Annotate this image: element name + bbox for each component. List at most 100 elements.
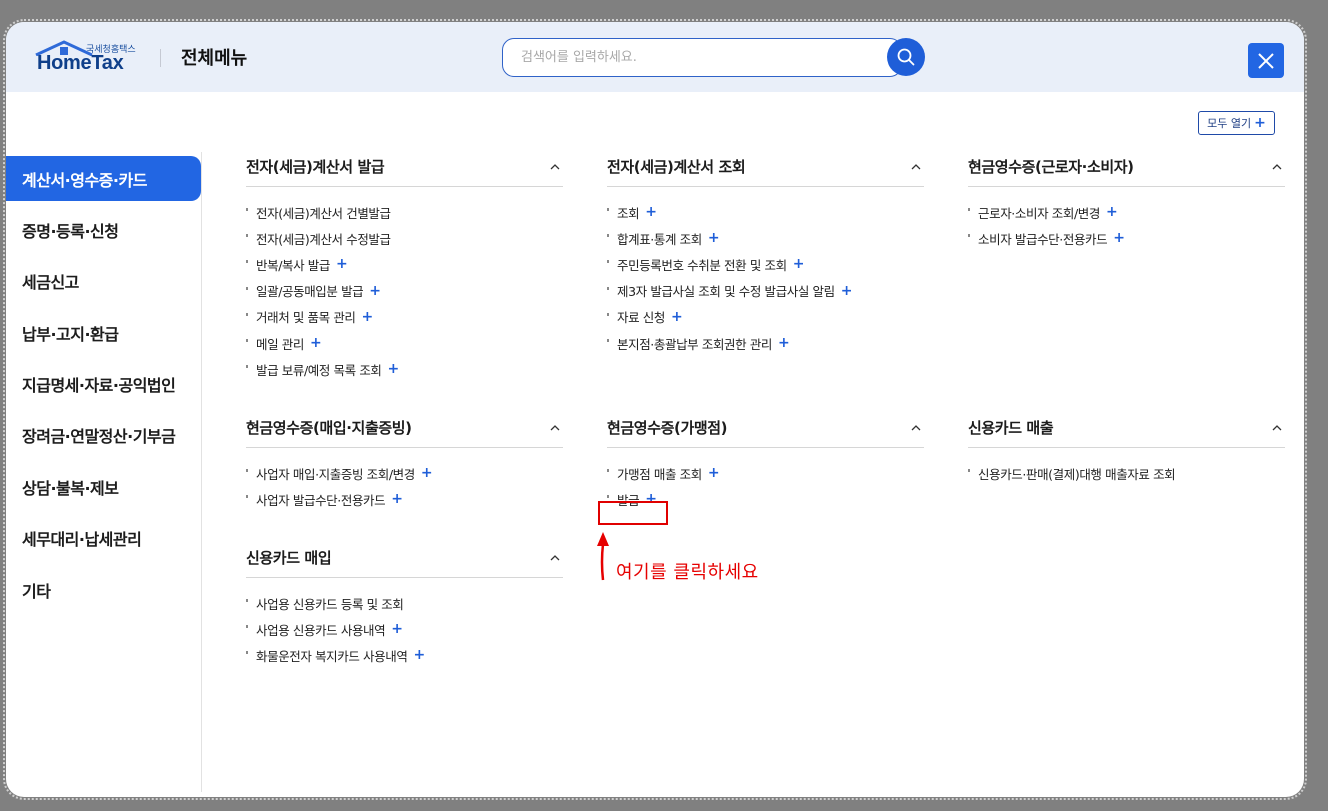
plus-icon[interactable]: + <box>421 465 433 481</box>
menu-item[interactable]: 반복/복사 발급 + <box>246 251 563 277</box>
plus-icon[interactable]: + <box>369 283 381 299</box>
section-cash-receipt-purchase: 현금영수증(매입·지출증빙) 사업자 매입·지출증빙 조회/변경 + 사업자 발급… <box>246 408 563 512</box>
menu-item[interactable]: 거래처 및 품목 관리 + <box>246 304 563 330</box>
section-title: 현금영수증(매입·지출증빙) <box>246 419 412 437</box>
section-title: 현금영수증(가맹점) <box>607 419 728 437</box>
logo-wordmark: HomeTax <box>37 52 124 74</box>
menu-item-label: 사업자 매입·지출증빙 조회/변경 <box>256 466 415 482</box>
plus-icon[interactable]: + <box>336 256 348 272</box>
sidebar-item-payment-statements[interactable]: 지급명세·자료·공익법인 <box>6 362 202 407</box>
menu-item-label: 가맹점 매출 조회 <box>617 466 702 482</box>
menu-item[interactable]: 제3자 발급사실 조회 및 수정 발급사실 알림 + <box>607 278 924 304</box>
menu-item[interactable]: 사업자 발급수단·전용카드 + <box>246 486 563 512</box>
sidebar-item-incentives-yearend[interactable]: 장려금·연말정산·기부금 <box>6 413 202 458</box>
menu-item[interactable]: 발급 보류/예정 목록 조회 + <box>246 356 563 382</box>
arrow-up-icon <box>597 532 609 581</box>
plus-icon[interactable]: + <box>841 283 853 299</box>
plus-icon[interactable]: + <box>793 256 805 272</box>
menu-item[interactable]: 본지점·총괄납부 조회권한 관리 + <box>607 330 924 356</box>
plus-icon[interactable]: + <box>708 465 720 481</box>
menu-item-label: 발급 보류/예정 목록 조회 <box>256 362 382 378</box>
expand-all-button[interactable]: 모두 열기 + <box>1198 111 1275 135</box>
menu-item-label: 전자(세금)계산서 건별발급 <box>256 205 391 221</box>
menu-item[interactable]: 일괄/공동매입분 발급 + <box>246 278 563 304</box>
menu-item-label: 제3자 발급사실 조회 및 수정 발급사실 알림 <box>617 284 835 300</box>
chevron-up-icon <box>1272 424 1282 430</box>
menu-item[interactable]: 가맹점 매출 조회 + <box>607 460 924 486</box>
hometax-logo[interactable]: 국세청홈택스 HomeTax <box>34 40 142 76</box>
section-e-invoice-issue: 전자(세금)계산서 발급 전자(세금)계산서 건별발급 전자(세금)계산서 수정… <box>246 147 563 382</box>
plus-icon[interactable]: + <box>391 491 403 507</box>
expand-all-label: 모두 열기 <box>1207 117 1252 130</box>
search-box <box>502 38 902 77</box>
menu-item-label: 합계표·통계 조회 <box>617 231 702 247</box>
menu-item-label: 소비자 발급수단·전용카드 <box>978 231 1108 247</box>
plus-icon[interactable]: + <box>645 204 657 220</box>
menu-item[interactable]: 사업용 신용카드 등록 및 조회 <box>246 590 563 616</box>
sidebar-item-receipts-cards[interactable]: 계산서·영수증·카드 <box>6 156 201 201</box>
search-button[interactable] <box>887 38 925 76</box>
section-title: 신용카드 매출 <box>968 419 1054 437</box>
menu-item[interactable]: 신용카드·판매(결제)대행 매출자료 조회 <box>968 460 1285 486</box>
sidebar: 계산서·영수증·카드 증명·등록·신청 세금신고 납부·고지·환급 지급명세·자… <box>6 156 202 619</box>
menu-item-label: 사업용 신용카드 사용내역 <box>256 622 386 638</box>
menu-item-label: 주민등록번호 수취분 전환 및 조회 <box>617 257 787 273</box>
chevron-up-icon <box>550 554 560 560</box>
chevron-up-icon <box>550 163 560 169</box>
menu-item[interactable]: 근로자·소비자 조회/변경 + <box>968 199 1285 225</box>
sidebar-item-consult-appeal[interactable]: 상담·불복·제보 <box>6 464 202 509</box>
menu-item-label: 본지점·총괄납부 조회권한 관리 <box>617 336 773 352</box>
menu-item[interactable]: 소비자 발급수단·전용카드 + <box>968 225 1285 251</box>
menu-item-label: 메일 관리 <box>256 336 304 352</box>
section-credit-card-purchase: 신용카드 매입 사업용 신용카드 등록 및 조회 사업용 신용카드 사용내역 + … <box>246 538 563 669</box>
chevron-up-icon <box>911 163 921 169</box>
menu-item-label: 자료 신청 <box>617 310 665 326</box>
plus-icon[interactable]: + <box>388 361 400 377</box>
sidebar-item-tax-filing[interactable]: 세금신고 <box>6 259 202 304</box>
section-header[interactable]: 전자(세금)계산서 발급 <box>246 147 563 187</box>
menu-item[interactable]: 전자(세금)계산서 건별발급 <box>246 199 563 225</box>
section-title: 현금영수증(근로자·소비자) <box>968 158 1134 176</box>
menu-item[interactable]: 사업자 매입·지출증빙 조회/변경 + <box>246 460 563 486</box>
section-header[interactable]: 전자(세금)계산서 조회 <box>607 147 924 187</box>
section-cash-receipt-merchant: 현금영수증(가맹점) 가맹점 매출 조회 + 발급 + <box>607 408 924 512</box>
menu-item[interactable]: 자료 신청 + <box>607 304 924 330</box>
menu-item[interactable]: 주민등록번호 수취분 전환 및 조회 + <box>607 251 924 277</box>
section-title: 전자(세금)계산서 조회 <box>607 158 746 176</box>
sidebar-item-tax-agent[interactable]: 세무대리·납세관리 <box>6 516 202 561</box>
menu-item[interactable]: 화물운전자 복지카드 사용내역 + <box>246 642 563 668</box>
menu-item-label: 사업용 신용카드 등록 및 조회 <box>256 596 404 612</box>
plus-icon[interactable]: + <box>310 335 322 351</box>
close-button[interactable] <box>1248 43 1284 78</box>
search-input[interactable] <box>521 39 881 76</box>
section-header[interactable]: 신용카드 매출 <box>968 408 1285 448</box>
section-header[interactable]: 현금영수증(근로자·소비자) <box>968 147 1285 187</box>
plus-icon[interactable]: + <box>362 309 374 325</box>
menu-item-label: 일괄/공동매입분 발급 <box>256 284 364 300</box>
section-header[interactable]: 신용카드 매입 <box>246 538 563 578</box>
sidebar-item-etc[interactable]: 기타 <box>6 567 202 612</box>
sidebar-item-certificates[interactable]: 증명·등록·신청 <box>6 207 202 252</box>
plus-icon[interactable]: + <box>413 647 425 663</box>
menu-item[interactable]: 메일 관리 + <box>246 330 563 356</box>
plus-icon[interactable]: + <box>708 230 720 246</box>
highlight-box <box>598 501 668 525</box>
plus-icon[interactable]: + <box>778 335 790 351</box>
menu-item[interactable]: 사업용 신용카드 사용내역 + <box>246 616 563 642</box>
section-header[interactable]: 현금영수증(매입·지출증빙) <box>246 408 563 448</box>
menu-item[interactable]: 합계표·통계 조회 + <box>607 225 924 251</box>
menu-item-label: 조회 <box>617 205 640 221</box>
plus-icon[interactable]: + <box>1113 230 1125 246</box>
modal-header: 국세청홈택스 HomeTax 전체메뉴 <box>6 22 1304 92</box>
plus-icon[interactable]: + <box>391 621 403 637</box>
sidebar-item-payment-refund[interactable]: 납부·고지·환급 <box>6 310 202 355</box>
menu-item-label: 사업자 발급수단·전용카드 <box>256 492 386 508</box>
plus-icon: + <box>1254 115 1266 131</box>
plus-icon[interactable]: + <box>1106 204 1118 220</box>
menu-item[interactable]: 전자(세금)계산서 수정발급 <box>246 225 563 251</box>
plus-icon[interactable]: + <box>671 309 683 325</box>
section-header[interactable]: 현금영수증(가맹점) <box>607 408 924 448</box>
menu-item[interactable]: 조회 + <box>607 199 924 225</box>
menu-item-label: 전자(세금)계산서 수정발급 <box>256 231 391 247</box>
chevron-up-icon <box>911 424 921 430</box>
